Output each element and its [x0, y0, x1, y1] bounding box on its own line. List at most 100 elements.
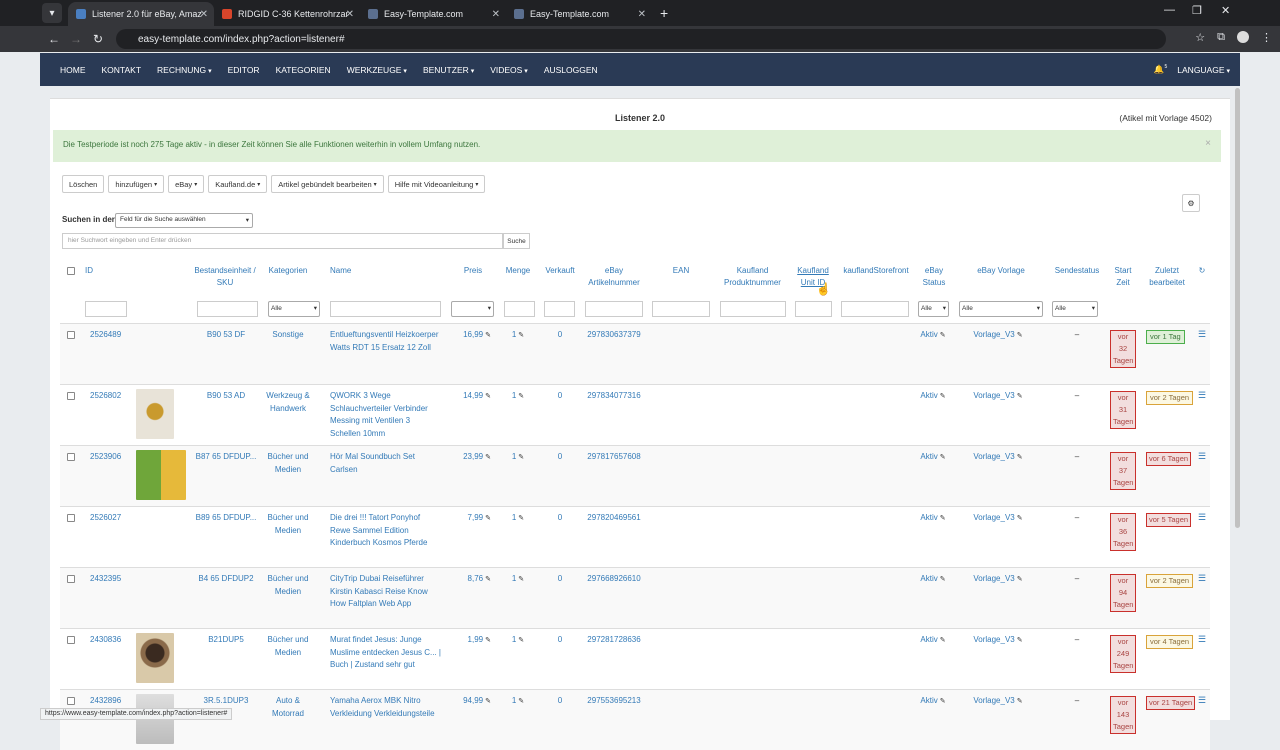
row-ebay-template[interactable]: Vorlage_V3 ✎: [964, 512, 1032, 526]
filter-ean[interactable]: [652, 301, 710, 317]
pencil-icon[interactable]: ✎: [1017, 637, 1023, 644]
tab-search-icon[interactable]: ▾: [42, 3, 62, 23]
select-all-checkbox[interactable]: [67, 267, 75, 275]
row-ebay-number-link[interactable]: 297553695213: [580, 695, 648, 708]
toolbar-button[interactable]: hinzufügen: [108, 175, 165, 193]
pencil-icon[interactable]: ✎: [485, 637, 491, 644]
reload-icon[interactable]: ↻: [87, 32, 109, 46]
minimize-icon[interactable]: —: [1164, 4, 1175, 16]
row-menu-icon[interactable]: ☰: [1198, 451, 1206, 462]
browser-tab[interactable]: Listener 2.0 für eBay, Amazon u✕: [68, 2, 214, 26]
back-icon[interactable]: ←: [43, 32, 65, 46]
nav-item-ausloggen[interactable]: AUSLOGGEN: [536, 65, 606, 75]
row-id-link[interactable]: 2523906: [90, 451, 121, 464]
pencil-icon[interactable]: ✎: [940, 637, 946, 644]
tab-close-icon[interactable]: ✕: [200, 9, 208, 20]
row-price[interactable]: 94,99 ✎: [457, 695, 491, 709]
header-start-time[interactable]: Start Zeit: [1108, 265, 1138, 289]
row-ebay-template[interactable]: Vorlage_V3 ✎: [964, 634, 1032, 648]
tab-close-icon[interactable]: ✕: [492, 9, 500, 20]
row-price[interactable]: 23,99 ✎: [457, 451, 491, 465]
row-ebay-template[interactable]: Vorlage_V3 ✎: [964, 329, 1032, 343]
row-name-link[interactable]: Hör Mal Soundbuch Set Carlsen: [330, 451, 442, 476]
search-field-select[interactable]: Feld für die Suche auswählen: [115, 213, 253, 228]
row-quantity[interactable]: 1 ✎: [506, 451, 530, 465]
header-price[interactable]: Preis: [455, 265, 491, 277]
header-sku[interactable]: Bestandseinheit / SKU: [194, 265, 256, 289]
refresh-icon[interactable]: ↻: [1196, 265, 1208, 277]
filter-kaufland-storefront[interactable]: [841, 301, 909, 317]
pencil-icon[interactable]: ✎: [940, 454, 946, 461]
header-ebay-template[interactable]: eBay Vorlage: [965, 265, 1037, 277]
pencil-icon[interactable]: ✎: [518, 576, 524, 583]
row-ebay-number-link[interactable]: 297834077316: [580, 390, 648, 403]
nav-item-kategorien[interactable]: KATEGORIEN: [268, 65, 339, 75]
row-id-link[interactable]: 2432395: [90, 573, 121, 586]
row-name-link[interactable]: Murat findet Jesus: Junge Muslime entdec…: [330, 634, 442, 672]
header-quantity[interactable]: Menge: [500, 265, 536, 277]
pencil-icon[interactable]: ✎: [1017, 454, 1023, 461]
pencil-icon[interactable]: ✎: [518, 698, 524, 705]
gear-icon[interactable]: ⚙: [1182, 194, 1200, 212]
tab-close-icon[interactable]: ✕: [638, 9, 646, 20]
header-kaufland-storefront[interactable]: kauflandStorefront: [838, 265, 914, 277]
row-quantity[interactable]: 1 ✎: [506, 329, 530, 343]
product-thumbnail[interactable]: [136, 389, 174, 439]
row-ebay-template[interactable]: Vorlage_V3 ✎: [964, 451, 1032, 465]
row-quantity[interactable]: 1 ✎: [506, 512, 530, 526]
header-ean[interactable]: EAN: [650, 265, 712, 277]
pencil-icon[interactable]: ✎: [940, 576, 946, 583]
row-ebay-status[interactable]: Aktiv ✎: [916, 451, 950, 465]
product-thumbnail[interactable]: [136, 633, 174, 683]
header-sold[interactable]: Verkauft: [540, 265, 580, 277]
nav-item-rechnung[interactable]: RECHNUNG: [149, 65, 220, 75]
row-ebay-number-link[interactable]: 297817657608: [580, 451, 648, 464]
browser-tab[interactable]: RIDGID C-36 Kettenrohrzange✕: [214, 2, 360, 26]
toolbar-button[interactable]: eBay: [168, 175, 205, 193]
url-input[interactable]: easy-template.com/index.php?action=liste…: [116, 29, 1166, 49]
filter-ebay-number[interactable]: [585, 301, 643, 317]
page-scrollbar[interactable]: [1235, 88, 1240, 528]
header-last-edited[interactable]: Zuletzt bearbeitet: [1143, 265, 1191, 289]
filter-price[interactable]: [451, 301, 494, 317]
row-price[interactable]: 1,99 ✎: [457, 634, 491, 648]
row-id-link[interactable]: 2526027: [90, 512, 121, 525]
pencil-icon[interactable]: ✎: [940, 393, 946, 400]
row-name-link[interactable]: QWORK 3 Wege Schlauchverteiler Verbinder…: [330, 390, 442, 440]
header-id[interactable]: ID: [85, 265, 105, 277]
profile-avatar[interactable]: [1237, 31, 1249, 43]
browser-menu-icon[interactable]: ⋮: [1261, 31, 1272, 44]
toolbar-button[interactable]: Löschen: [62, 175, 105, 193]
row-name-link[interactable]: Yamaha Aerox MBK Nitro Verkleidung Verkl…: [330, 695, 442, 720]
forward-icon[interactable]: →: [65, 32, 87, 46]
filter-sku[interactable]: [197, 301, 258, 317]
language-dropdown[interactable]: LANGUAGE: [1177, 65, 1230, 75]
row-quantity[interactable]: 1 ✎: [506, 634, 530, 648]
row-checkbox[interactable]: [67, 636, 75, 644]
maximize-icon[interactable]: ❐: [1192, 4, 1202, 17]
header-ebay-number[interactable]: eBay Artikelnummer: [580, 265, 648, 289]
row-ebay-status[interactable]: Aktiv ✎: [916, 329, 950, 343]
row-menu-icon[interactable]: ☰: [1198, 634, 1206, 645]
filter-category[interactable]: Alle: [268, 301, 320, 317]
row-ebay-template[interactable]: Vorlage_V3 ✎: [964, 695, 1032, 709]
close-window-icon[interactable]: ✕: [1221, 4, 1230, 17]
row-ebay-number-link[interactable]: 297281728636: [580, 634, 648, 647]
pencil-icon[interactable]: ✎: [518, 454, 524, 461]
toolbar-button[interactable]: Artikel gebündelt bearbeiten: [271, 175, 384, 193]
row-checkbox[interactable]: [67, 331, 75, 339]
toolbar-button[interactable]: Kaufland.de: [208, 175, 268, 193]
pencil-icon[interactable]: ✎: [485, 393, 491, 400]
row-menu-icon[interactable]: ☰: [1198, 390, 1206, 401]
row-checkbox[interactable]: [67, 575, 75, 583]
row-menu-icon[interactable]: ☰: [1198, 695, 1206, 706]
row-name-link[interactable]: CityTrip Dubai Reiseführer Kirstin Kabas…: [330, 573, 442, 611]
pencil-icon[interactable]: ✎: [1017, 393, 1023, 400]
row-id-link[interactable]: 2430836: [90, 634, 121, 647]
toolbar-button[interactable]: Hilfe mit Videoanleitung: [387, 175, 486, 193]
row-id-link[interactable]: 2526489: [90, 329, 121, 342]
bell-icon[interactable]: 🔔5: [1154, 64, 1167, 75]
row-ebay-status[interactable]: Aktiv ✎: [916, 390, 950, 404]
row-price[interactable]: 7,99 ✎: [457, 512, 491, 526]
row-quantity[interactable]: 1 ✎: [506, 390, 530, 404]
